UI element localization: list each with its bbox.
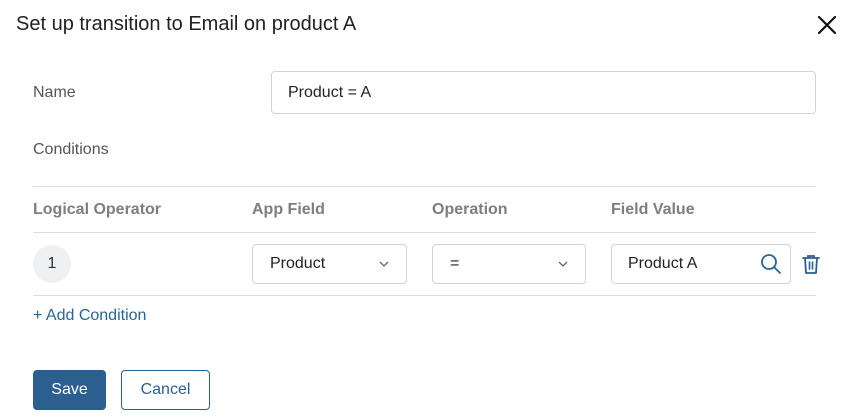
- trash-icon[interactable]: [800, 253, 822, 275]
- divider: [33, 186, 816, 187]
- chevron-down-icon: [379, 261, 389, 267]
- field-value-input[interactable]: Product A: [611, 244, 791, 284]
- save-button[interactable]: Save: [33, 370, 106, 410]
- field-value-text: Product A: [628, 255, 698, 272]
- operation-select[interactable]: =: [432, 244, 586, 284]
- operation-select-value: =: [450, 255, 460, 272]
- app-field-select[interactable]: Product: [252, 244, 407, 284]
- chevron-down-icon: [558, 261, 568, 267]
- column-header-logical-operator: Logical Operator: [33, 201, 162, 218]
- column-header-operation: Operation: [432, 201, 508, 218]
- column-header-app-field: App Field: [252, 201, 325, 218]
- column-header-field-value: Field Value: [611, 201, 695, 218]
- divider: [33, 232, 816, 233]
- close-icon: [817, 15, 837, 35]
- cancel-button[interactable]: Cancel: [121, 370, 210, 410]
- search-icon[interactable]: [760, 253, 782, 275]
- divider: [33, 295, 816, 296]
- dialog-title: Set up transition to Email on product A: [16, 13, 357, 35]
- conditions-label: Conditions: [33, 141, 109, 158]
- add-condition-link[interactable]: + Add Condition: [33, 306, 146, 326]
- condition-number-badge: 1: [33, 245, 71, 283]
- transition-dialog: Set up transition to Email on product A …: [0, 0, 849, 416]
- close-button[interactable]: [814, 12, 840, 38]
- name-label: Name: [33, 84, 76, 101]
- app-field-select-value: Product: [270, 255, 326, 272]
- name-input[interactable]: [271, 71, 816, 114]
